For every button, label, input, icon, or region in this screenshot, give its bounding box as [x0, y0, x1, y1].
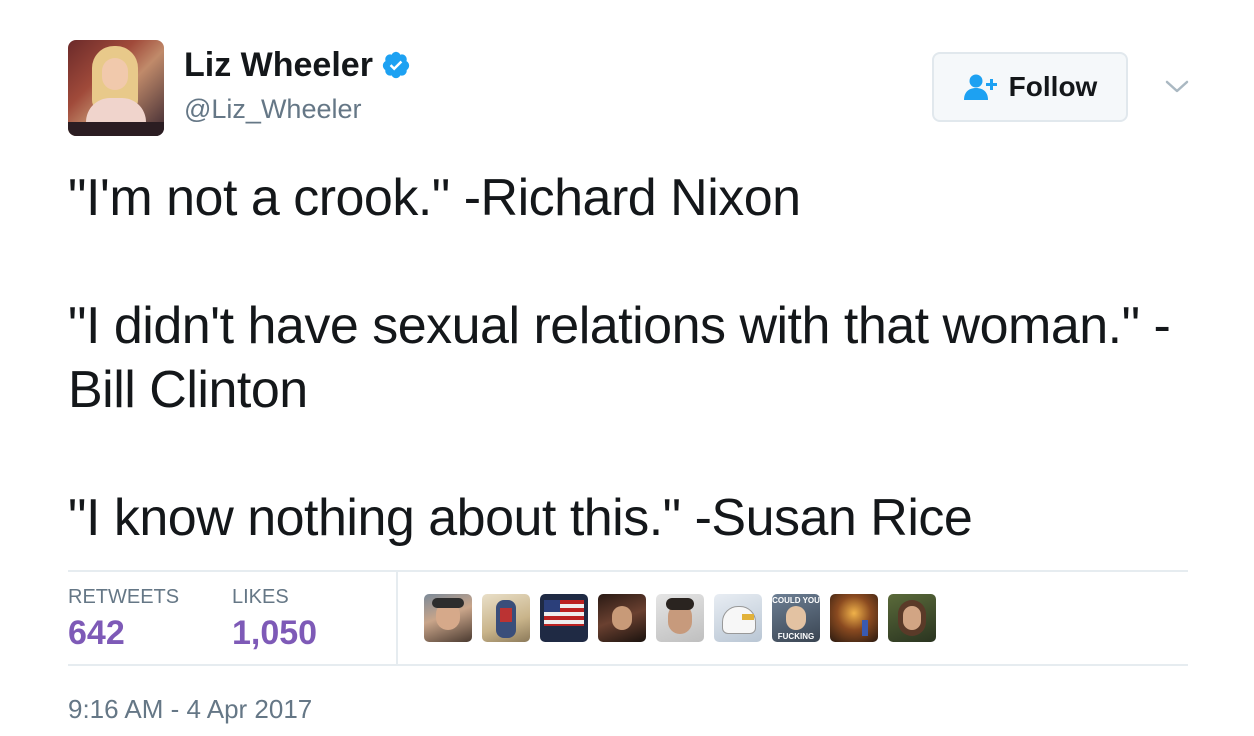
likes-count[interactable]: 1,050 [232, 614, 317, 653]
author-name-row[interactable]: Liz Wheeler [184, 44, 411, 86]
likes-label[interactable]: LIKES [232, 586, 289, 609]
chevron-down-icon[interactable] [1164, 76, 1190, 98]
author-avatar[interactable] [68, 40, 164, 136]
divider [68, 664, 1188, 666]
tweet-text: "I'm not a crook." -Richard Nixon "I did… [68, 166, 1198, 550]
liker-avatar[interactable] [482, 594, 530, 642]
author-name[interactable]: Liz Wheeler [184, 44, 373, 86]
liker-meme-top-text: COULD YOU [772, 596, 820, 605]
liker-avatar[interactable] [830, 594, 878, 642]
avatar-desk [68, 122, 164, 136]
liker-avatars: COULD YOU FUCKING NOT [424, 594, 936, 642]
add-user-icon [963, 74, 997, 100]
liker-avatar[interactable] [598, 594, 646, 642]
follow-button-label: Follow [1008, 71, 1098, 102]
liker-meme-bottom-text: FUCKING NOT [777, 632, 815, 642]
tweet-paragraph: "I didn't have sexual relations with tha… [68, 297, 1171, 419]
tweet-paragraph: "I'm not a crook." -Richard Nixon [68, 169, 801, 227]
tweet-paragraph: "I know nothing about this." -Susan Rice [68, 489, 973, 547]
tweet-timestamp[interactable]: 9:16 AM - 4 Apr 2017 [68, 694, 312, 725]
liker-avatar[interactable]: COULD YOU FUCKING NOT [772, 594, 820, 642]
liker-avatar[interactable] [540, 594, 588, 642]
verified-badge-icon [382, 51, 410, 79]
retweets-count[interactable]: 642 [68, 614, 125, 653]
author-handle[interactable]: @Liz_Wheeler [184, 92, 361, 126]
liker-avatar[interactable] [656, 594, 704, 642]
liker-avatar[interactable] [424, 594, 472, 642]
retweets-label[interactable]: RETWEETS [68, 586, 179, 609]
liker-avatar[interactable] [888, 594, 936, 642]
avatar-face [102, 58, 128, 90]
divider [68, 570, 1188, 572]
liker-avatar[interactable] [714, 594, 762, 642]
follow-button[interactable]: Follow [932, 52, 1128, 122]
stats-separator [396, 572, 398, 664]
